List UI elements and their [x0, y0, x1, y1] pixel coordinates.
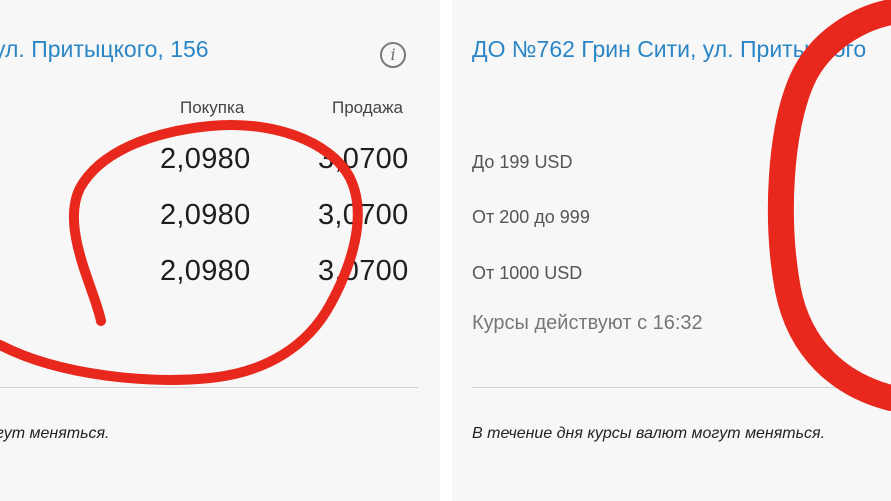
- divider: [472, 387, 891, 388]
- info-icon[interactable]: i: [380, 42, 406, 68]
- buy-rate: 2,0980: [160, 143, 251, 175]
- disclaimer-note: В течение дня курсы валют могут меняться…: [472, 425, 826, 442]
- left-exchange-panel: ул. Притыцкого, 156 i Покупка Продажа 2,…: [0, 0, 440, 501]
- buy-rate: 2,0980: [160, 255, 251, 287]
- rates-updated-time: Курсы действуют с 16:32: [472, 312, 703, 334]
- right-exchange-panel: ДО №762 Грин Сити, ул. Притыцкого До 199…: [452, 0, 891, 501]
- divider: [0, 387, 418, 388]
- sell-rate: 3,0700: [318, 143, 409, 175]
- buy-column-header: Покупка: [180, 98, 245, 117]
- branch-title[interactable]: ДО №762 Грин Сити, ул. Притыцкого: [472, 36, 866, 63]
- branch-title[interactable]: ул. Притыцкого, 156: [0, 36, 209, 63]
- amount-range-label: От 200 до 999: [472, 207, 590, 227]
- buy-rate: 2,0980: [160, 199, 251, 231]
- amount-range-label: От 1000 USD: [472, 263, 583, 283]
- sell-column-header: Продажа: [332, 98, 403, 117]
- sell-rate: 3,0700: [318, 255, 409, 287]
- disclaimer-note: могут меняться.: [0, 425, 110, 442]
- amount-range-label: До 199 USD: [472, 152, 573, 172]
- sell-rate: 3,0700: [318, 199, 409, 231]
